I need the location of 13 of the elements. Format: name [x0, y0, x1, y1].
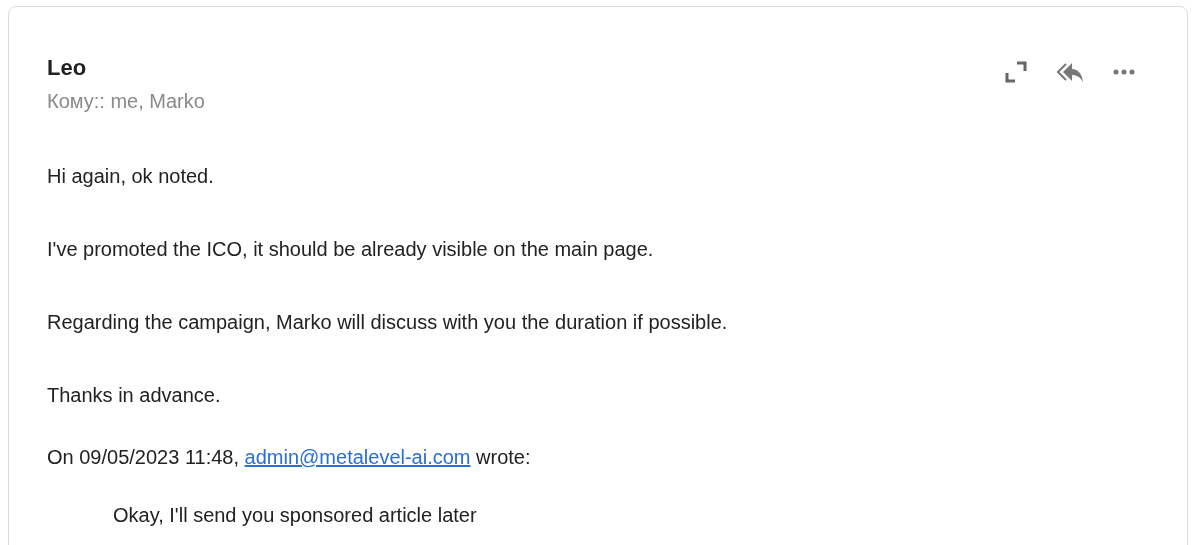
- body-paragraph: I've promoted the ICO, it should be already visible on the main page.: [47, 237, 655, 262]
- quoted-text: Okay, I'll send you sponsored article later: [113, 503, 478, 528]
- sender-name: Leo: [47, 54, 88, 82]
- body-paragraph: Regarding the campaign, Marko will discuss with you the duration if possible.: [47, 310, 729, 335]
- body-paragraph: Thanks in advance.: [47, 383, 222, 408]
- expand-button[interactable]: [1003, 59, 1029, 85]
- reply-all-icon: [1056, 61, 1084, 83]
- quote-header: On 09/05/2023 11:48, admin@metalevel-ai.com wrote:: [47, 445, 532, 470]
- recipients: Кому:: me, Marko: [47, 89, 205, 114]
- email-link[interactable]: admin@metalevel-ai.com: [244, 446, 471, 468]
- more-icon: [1113, 69, 1135, 75]
- expand-icon: [1005, 61, 1027, 83]
- body-paragraph: Hi again, ok noted.: [47, 164, 215, 189]
